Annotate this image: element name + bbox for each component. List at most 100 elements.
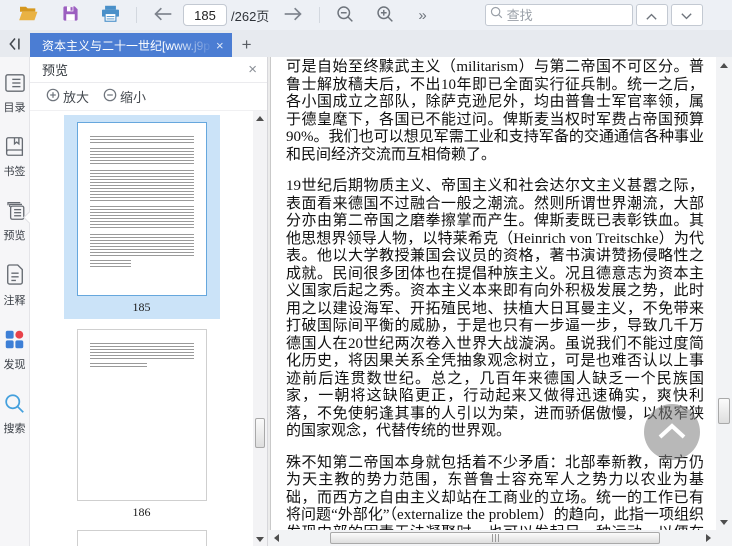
document-tab[interactable]: 资本主义与二十一世纪[www.j9p × [30,33,232,57]
toolbar-separator [319,7,321,23]
scrollbar-corner [716,530,732,546]
thumbnail-page-number: 185 [132,300,151,314]
triangle-up-icon [256,115,264,121]
thumbnail-zoom-in-label: 放大 [63,90,90,105]
bookmark-icon [4,136,25,160]
save-button[interactable] [57,2,83,28]
preview-scroll-down-button[interactable] [253,532,267,546]
scrollbar-grip [497,534,499,542]
collapse-left-icon [8,37,22,54]
preview-panel: 预览 × 放大 缩小 185 186 [30,57,268,546]
app-body: 目录 书签 预览 注释 发现 搜索 预览 × 放大 缩小 185 186 可是自… [0,57,732,546]
preview-tools: 放大 缩小 [30,83,267,111]
main-toolbar: /262页 » [0,0,732,30]
toc-icon [4,73,26,96]
more-tools-button[interactable]: » [412,7,432,24]
sidebar-item-discover[interactable]: 发现 [4,329,26,372]
preview-scroll-up-button[interactable] [253,111,267,125]
scroll-left-button[interactable] [268,530,284,546]
chevron-up-icon [657,422,687,443]
scroll-right-button[interactable] [700,530,716,546]
scroll-down-button[interactable] [716,514,732,530]
thumbnail-zoom-out-button[interactable]: 缩小 [103,87,146,106]
thumbnail-page-image [76,530,207,546]
document-paragraph: 可是自始至终黩武主义（militarism）与第二帝国不可区分。普鲁士解放穑夫后… [286,59,704,163]
preview-panel-title: 预览 [42,63,69,78]
preview-scrollbar[interactable] [253,111,267,546]
tab-close-icon[interactable]: × [216,39,224,52]
triangle-down-icon [256,536,264,542]
open-file-button[interactable] [14,2,43,28]
annotation-icon [5,264,25,289]
chevron-down-icon [681,8,692,23]
sidebar-item-annotation[interactable]: 注释 [4,264,26,308]
sidebar-item-bookmark[interactable]: 书签 [4,136,26,179]
printer-icon [101,5,120,25]
search-box [484,4,633,26]
print-button[interactable] [97,2,124,28]
sidebar-item-label: 预览 [3,230,26,242]
triangle-right-icon [705,534,711,542]
zoom-in-button[interactable] [372,2,398,28]
page-number-input[interactable] [183,4,227,26]
magnifier-minus-icon [336,5,354,26]
pdf-reader-window: /262页 » 资本主义与二 [0,0,732,546]
triangle-up-icon [720,62,728,68]
save-floppy-icon [62,5,79,25]
find-bar [484,4,703,26]
chevron-up-icon [646,8,657,23]
document-paragraph: 19世纪后期物质主义、帝国主义和社会达尔文主义甚嚣之际，表面看来德国不过融合一般… [286,178,704,439]
thumbnail-zoom-out-label: 缩小 [120,90,147,105]
horizontal-scrollbar[interactable] [268,530,716,546]
thumbnail-zoom-in-button[interactable]: 放大 [46,87,89,106]
tab-bar: 资本主义与二十一世纪[www.j9p × + [0,30,732,57]
preview-pages-icon [4,200,26,224]
scrollbar-grip [494,534,496,542]
thumbnail-page-image [76,329,207,501]
page-total-label: /262页 [231,8,270,24]
sidebar-item-label: 书签 [3,166,26,178]
sidebar-item-toc[interactable]: 目录 [4,73,26,115]
preview-scrollbar-thumb[interactable] [255,418,265,448]
search-input[interactable] [506,7,617,23]
vertical-scrollbar[interactable] [716,57,732,530]
thumbnail-page-number: 186 [132,505,151,519]
document-page: 可是自始至终黩武主义（militarism）与第二帝国不可区分。普鲁士解放穑夫后… [270,57,716,530]
scroll-up-button[interactable] [716,57,732,73]
thumbnail-page-186[interactable]: 186 [64,329,220,520]
new-tab-button[interactable]: + [232,33,262,57]
sidebar-item-label: 发现 [3,359,26,371]
back-to-top-button[interactable] [644,404,700,460]
sidebar-item-preview[interactable]: 预览 [4,200,26,243]
sidebar-item-search[interactable]: 搜索 [4,393,26,436]
preview-panel-header: 预览 × [30,57,267,83]
thumbnail-list: 185 186 [30,111,267,546]
next-page-button[interactable] [279,2,307,28]
toolbar-separator [136,7,137,23]
document-paragraph: 殊不知第二帝国本身就包括着不少矛盾：北部奉新教，南方仍为天主教的势力范围，东普鲁… [286,454,704,531]
prev-page-button[interactable] [149,2,177,28]
left-sidebar: 目录 书签 预览 注释 发现 搜索 [0,57,30,546]
arrow-right-icon [283,6,303,25]
collapse-tab-list-button[interactable] [0,33,30,57]
horizontal-scrollbar-thumb[interactable] [330,532,660,544]
thumbnail-page-187[interactable] [64,530,220,546]
sidebar-item-label: 搜索 [3,423,26,435]
document-view: 可是自始至终黩武主义（militarism）与第二帝国不可区分。普鲁士解放穑夫后… [268,57,732,546]
arrow-left-icon [153,6,173,25]
thumbnail-page-185[interactable]: 185 [63,115,220,319]
circle-plus-icon [46,88,63,105]
vertical-scrollbar-thumb[interactable] [718,398,730,424]
triangle-left-icon [273,534,279,542]
find-previous-button[interactable] [635,4,668,26]
sidebar-item-label: 目录 [3,102,26,114]
preview-close-icon[interactable]: × [248,61,257,78]
zoom-out-button[interactable] [332,2,358,28]
find-next-button[interactable] [670,4,703,26]
folder-open-icon [18,5,39,25]
thumbnail-page-image [76,122,207,296]
circle-minus-icon [103,88,120,105]
scrollbar-grip [491,534,493,542]
search-panel-icon [4,393,25,417]
search-icon [490,6,503,24]
